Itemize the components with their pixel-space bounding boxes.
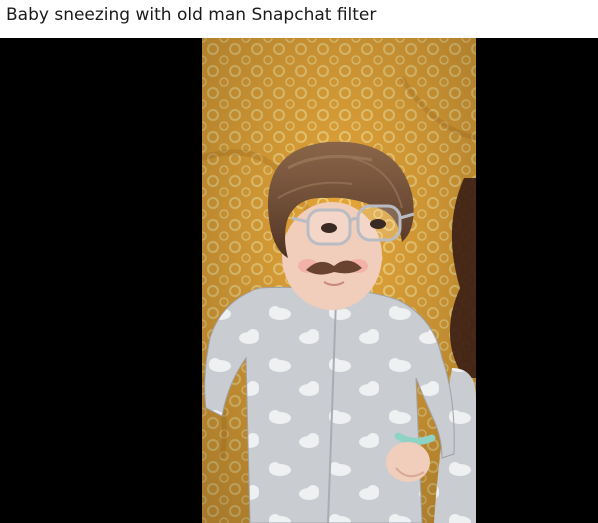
post: Baby sneezing with old man Snapchat filt… — [0, 0, 598, 523]
video-player[interactable] — [0, 38, 598, 523]
video-frame — [202, 38, 476, 523]
post-title[interactable]: Baby sneezing with old man Snapchat filt… — [6, 3, 376, 33]
baby-with-filter-image — [202, 38, 476, 523]
